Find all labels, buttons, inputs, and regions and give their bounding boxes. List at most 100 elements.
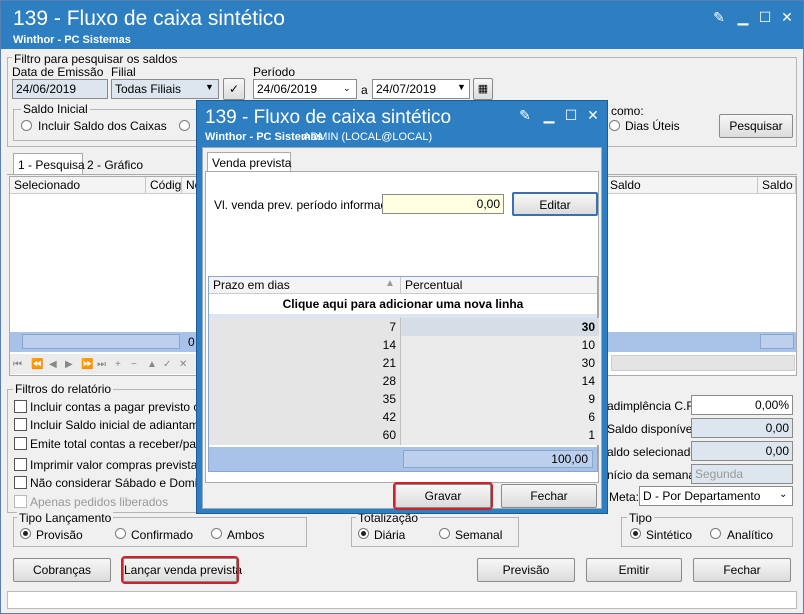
filter-label-2: Incluir Saldo inicial de adiantamento	[30, 418, 223, 432]
period-label: Período	[253, 65, 296, 79]
gravar-button[interactable]: Gravar	[393, 482, 493, 510]
meta-label: Meta:	[609, 490, 640, 504]
cobrancas-button[interactable]: Cobranças	[13, 558, 111, 582]
percent-row[interactable]: 7 30	[209, 318, 599, 337]
adimplencia-field[interactable]: 0,00%	[691, 395, 793, 415]
confirmado-label: Confirmado	[131, 528, 194, 542]
tab-venda-prevista[interactable]: Venda prevista	[207, 152, 291, 172]
edit-icon[interactable]: ✎	[711, 9, 727, 25]
analitico-radio[interactable]	[710, 528, 721, 539]
provisao-label: Provisão	[36, 528, 83, 542]
next-page-icon[interactable]: ⏩	[81, 359, 93, 370]
row-percent[interactable]: 6	[401, 408, 599, 427]
percent-row[interactable]: 21 30	[209, 354, 599, 373]
fechar-button[interactable]: Fechar	[693, 558, 791, 582]
row-days[interactable]: 42	[209, 408, 401, 427]
confirm-check-button[interactable]: ✓	[223, 78, 245, 100]
minimize-icon[interactable]: ▁	[735, 9, 751, 25]
chevron-down-icon[interactable]: ▼	[457, 82, 466, 92]
inicio-semana-select[interactable]: Segunda	[691, 464, 793, 484]
provisao-radio[interactable]	[20, 528, 31, 539]
row-days[interactable]: 35	[209, 390, 401, 409]
sintetico-radio[interactable]	[630, 528, 641, 539]
horizontal-scrollbar[interactable]	[611, 355, 795, 371]
status-bar	[7, 591, 797, 609]
grid-header-selecionado: Selecionado	[10, 177, 146, 193]
add-row-prompt[interactable]: Clique aqui para adicionar uma nova linh…	[209, 294, 597, 314]
row-percent[interactable]: 30	[401, 354, 599, 373]
last-page-icon[interactable]: ⏭	[97, 359, 106, 370]
row-days[interactable]: 60	[209, 426, 401, 445]
emission-date-field[interactable]: 24/06/2019	[12, 79, 108, 99]
semanal-radio[interactable]	[439, 528, 450, 539]
close-icon[interactable]: ✕	[585, 107, 601, 123]
emitir-button[interactable]: Emitir	[586, 558, 682, 582]
saldo-disponivel-label: Saldo disponível:	[607, 422, 699, 436]
editar-button[interactable]: Editar	[512, 192, 598, 216]
header-percentual: Percentual	[405, 278, 463, 292]
tab-pesquisa[interactable]: 1 - Pesquisa	[13, 153, 85, 175]
row-percent[interactable]: 30	[401, 318, 599, 337]
ambos-radio[interactable]	[211, 528, 222, 539]
row-days[interactable]: 28	[209, 372, 401, 391]
filter-check-2[interactable]	[14, 418, 27, 431]
filter-check-4[interactable]	[14, 458, 27, 471]
filter-check-1[interactable]	[14, 400, 27, 413]
prev-icon[interactable]: ◀	[49, 359, 57, 370]
row-percent[interactable]: 14	[401, 372, 599, 391]
filter-check-5[interactable]	[14, 476, 27, 489]
percent-row[interactable]: 28 14	[209, 372, 599, 391]
branch-select[interactable]: Todas Filiais	[111, 79, 219, 99]
filter-check-3[interactable]	[14, 437, 27, 450]
dialog-fechar-button[interactable]: Fechar	[501, 484, 597, 508]
remove-icon[interactable]: −	[131, 359, 137, 370]
sort-up-icon[interactable]: ▲	[385, 278, 395, 289]
sintetico-label: Sintético	[646, 528, 693, 542]
diaria-radio[interactable]	[358, 528, 369, 539]
include-cash-radio[interactable]	[21, 120, 32, 131]
period-from-field[interactable]: 24/06/2019	[253, 79, 357, 99]
maximize-icon[interactable]: ☐	[563, 107, 579, 123]
filter-label-1: Incluir contas a pagar previsto com	[30, 400, 217, 414]
row-percent[interactable]: 1	[401, 426, 599, 445]
calendar-icon[interactable]: ▦	[473, 78, 493, 100]
chevron-down-icon[interactable]: ⌄	[343, 83, 351, 94]
lancar-venda-prevista-button[interactable]: Lançar venda prevista	[121, 556, 242, 584]
first-page-icon[interactable]: ⏮	[13, 359, 22, 370]
edit-icon[interactable]: ✎	[517, 107, 533, 123]
tab-grafico[interactable]: 2 - Gráfico	[87, 158, 143, 172]
percent-row[interactable]: 42 6	[209, 408, 599, 427]
minimize-icon[interactable]: ▁	[541, 107, 557, 123]
row-percent[interactable]: 10	[401, 336, 599, 355]
launch-type-label: Tipo Lançamento	[17, 511, 114, 525]
initial-balance-radio-2[interactable]	[179, 120, 190, 131]
add-icon[interactable]: +	[115, 359, 121, 370]
previsao-button[interactable]: Previsão	[477, 558, 575, 582]
search-button[interactable]: Pesquisar	[719, 114, 793, 138]
up-icon[interactable]: ▲	[147, 359, 157, 370]
meta-select[interactable]: D - Por Departamento	[639, 486, 793, 506]
row-days[interactable]: 7	[209, 318, 401, 337]
chevron-down-icon[interactable]: ▼	[205, 82, 214, 92]
percent-row[interactable]: 60 1	[209, 426, 599, 445]
row-days[interactable]: 14	[209, 336, 401, 355]
row-days[interactable]: 21	[209, 354, 401, 373]
percent-row[interactable]: 14 10	[209, 336, 599, 355]
emission-label: Data de Emissão	[12, 65, 104, 79]
close-icon[interactable]: ✕	[779, 9, 795, 25]
cancel-icon[interactable]: ✕	[179, 359, 187, 370]
percent-grid[interactable]: Prazo em dias ▲ Percentual Clique aqui p…	[208, 276, 599, 472]
dias-uteis-radio[interactable]	[609, 120, 620, 131]
maximize-icon[interactable]: ☐	[757, 9, 773, 25]
next-icon[interactable]: ▶	[65, 359, 73, 370]
row-percent[interactable]: 9	[401, 390, 599, 409]
confirmado-radio[interactable]	[115, 528, 126, 539]
chevron-down-icon[interactable]: ⌄	[779, 489, 787, 500]
prev-page-icon[interactable]: ⏪	[31, 359, 43, 370]
confirm-icon[interactable]: ✓	[163, 359, 171, 370]
period-to-field[interactable]: 24/07/2019	[372, 79, 470, 99]
percent-row[interactable]: 35 9	[209, 390, 599, 409]
inicio-semana-label: nício da semana:	[607, 468, 699, 482]
venda-prev-field[interactable]: 0,00	[382, 194, 504, 214]
header-prazo: Prazo em dias	[209, 277, 401, 293]
